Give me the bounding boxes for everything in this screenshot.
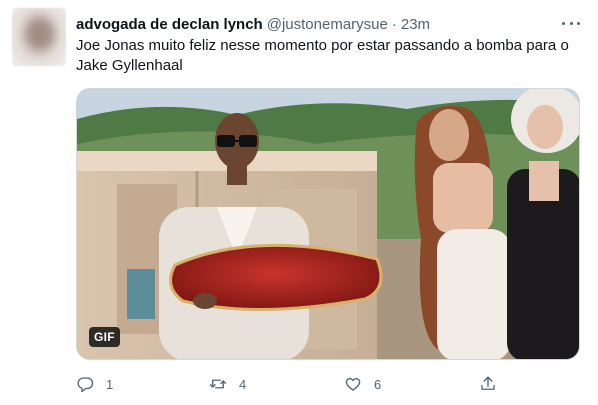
like-count: 6 (374, 376, 382, 392)
gif-badge: GIF (89, 327, 120, 347)
gif-media[interactable]: GIF (76, 88, 580, 360)
heart-icon (345, 377, 361, 391)
timestamp[interactable]: 23m (401, 16, 430, 33)
tweet-header: advogada de declan lynch @justonemarysue… (76, 14, 430, 34)
share-icon (481, 376, 495, 390)
avatar[interactable] (12, 8, 66, 66)
tweet-card[interactable]: advogada de declan lynch @justonemarysue… (0, 0, 598, 405)
reply-button[interactable]: 1 (76, 370, 113, 398)
like-button[interactable]: 6 (344, 370, 381, 398)
reply-icon (77, 377, 94, 393)
display-name[interactable]: advogada de declan lynch (76, 16, 263, 33)
share-button[interactable] (479, 370, 497, 398)
retweet-count: 4 (239, 376, 247, 392)
tweet-text: Joe Jonas muito feliz nesse momento por … (76, 37, 569, 74)
retweet-icon (209, 379, 227, 389)
tweet-actions: 1 4 6 (76, 370, 506, 398)
more-horizontal-icon (562, 21, 565, 25)
reply-count: 1 (106, 376, 114, 392)
more-options-button[interactable] (560, 14, 582, 32)
user-handle[interactable]: @justonemarysue (267, 16, 388, 33)
separator-dot: · (391, 15, 397, 33)
gif-frame-image (77, 89, 579, 359)
retweet-button[interactable]: 4 (209, 370, 246, 398)
